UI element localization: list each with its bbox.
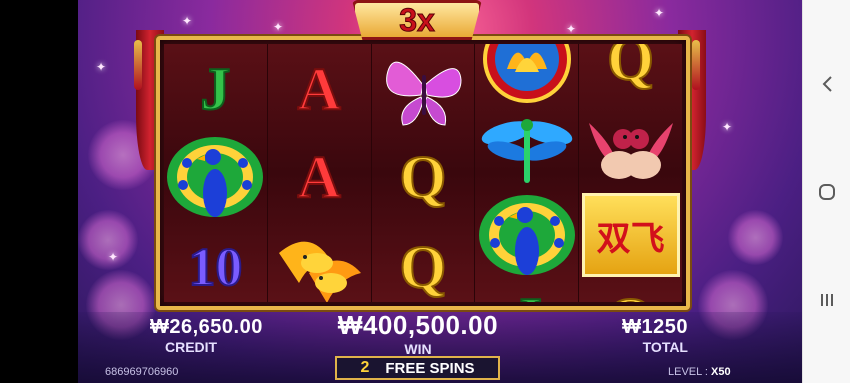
reel-2: A A [267, 44, 372, 302]
sparkle-icon: ✦ [108, 250, 119, 264]
total-bet-display: ₩1250 TOTAL [588, 316, 688, 355]
home-button[interactable] [815, 180, 839, 204]
free-spins-counter: 2 FREE SPINS [335, 356, 500, 380]
symbol-cell [164, 132, 267, 222]
symbol-a: A [297, 56, 342, 122]
circle-home-icon [819, 184, 835, 200]
credit-value: ₩26,650.00 [150, 316, 263, 338]
slot-game: ✦ ✦ ✦ ✦ ✦ ✦ ✦ J 10 A A Q Q Q 双飞 3x ₩26,6… [78, 0, 802, 383]
golden-birds-icon [279, 241, 362, 302]
butterfly-icon [386, 61, 462, 126]
level-value: X50 [711, 366, 731, 378]
symbol-cell [372, 44, 475, 134]
symbol-10: 10 [187, 237, 243, 297]
peacock-icon [167, 137, 264, 217]
sparkle-icon: ✦ [96, 60, 107, 74]
total-value: ₩1250 [622, 316, 688, 338]
lotus-icon [482, 44, 571, 103]
symbol-cell: Q [372, 132, 475, 222]
win-value: ₩400,500.00 [337, 310, 499, 340]
wild-text: 双飞 [596, 218, 665, 259]
mandarin-ducks-icon [588, 123, 673, 179]
symbol-cell [268, 222, 371, 302]
wild-symbol: 双飞 [581, 193, 680, 277]
free-spins-label: FREE SPINS [385, 359, 475, 377]
session-id: 686969706960 [105, 366, 179, 378]
multiplier-value: 3x [399, 1, 436, 38]
background-flower [728, 210, 783, 265]
multiplier-banner: 3x [352, 0, 482, 40]
win-display: ₩400,500.00 WIN [323, 310, 513, 357]
symbol-cell [475, 102, 578, 192]
sparkle-icon: ✦ [654, 6, 665, 20]
level-display: LEVEL : X50 [668, 366, 731, 378]
left-tassel [134, 40, 142, 90]
symbol-a: A [297, 144, 342, 210]
peacock-icon [478, 195, 575, 275]
sparkle-icon: ✦ [182, 14, 193, 28]
symbol-q: Q [399, 234, 448, 300]
reel-3: Q Q [371, 44, 476, 302]
symbol-cell: A [268, 44, 371, 134]
symbol-cell: 10 [164, 222, 267, 302]
sparkle-icon: ✦ [566, 22, 577, 36]
symbol-cell: J [164, 44, 267, 134]
sparkle-icon: ✦ [273, 20, 284, 34]
symbol-cell: Q [372, 222, 475, 302]
reel-4: J [475, 44, 580, 302]
symbol-cell: Q [579, 44, 682, 104]
total-label: TOTAL [642, 339, 688, 355]
reel-frame: J 10 A A Q Q Q 双飞 [156, 36, 690, 310]
symbol-cell [579, 102, 682, 192]
credit-label: CREDIT [165, 339, 218, 355]
dragonfly-icon [481, 119, 573, 183]
free-spins-count: 2 [360, 359, 370, 376]
chevron-left-icon [822, 76, 832, 92]
symbol-q: Q [399, 144, 448, 210]
sparkle-icon: ✦ [722, 120, 733, 134]
symbol-cell: Q [579, 274, 682, 302]
win-label: WIN [404, 341, 432, 357]
symbol-j: J [511, 288, 543, 302]
phone-screen: ✦ ✦ ✦ ✦ ✦ ✦ ✦ J 10 A A Q Q Q 双飞 3x ₩26,6… [0, 0, 850, 383]
reels: J 10 A A Q Q Q 双飞 [164, 44, 682, 302]
symbol-q: Q [606, 44, 655, 92]
recents-button[interactable] [815, 288, 839, 312]
symbol-q: Q [606, 288, 655, 302]
back-button[interactable] [815, 72, 839, 96]
reel-1: J 10 [164, 44, 268, 302]
right-tassel [692, 40, 700, 90]
symbol-cell: 双飞 [579, 190, 682, 280]
level-label: LEVEL : [668, 366, 708, 378]
android-nav-bar [802, 0, 850, 383]
reel-5: Q 双飞 [579, 44, 682, 302]
symbol-cell: J [475, 274, 578, 302]
symbol-cell [475, 44, 578, 104]
credit-display: ₩26,650.00 CREDIT [150, 316, 290, 355]
recents-bars-icon [821, 294, 833, 306]
symbol-cell [475, 190, 578, 280]
symbol-cell: A [268, 132, 371, 222]
symbol-j: J [199, 56, 231, 122]
